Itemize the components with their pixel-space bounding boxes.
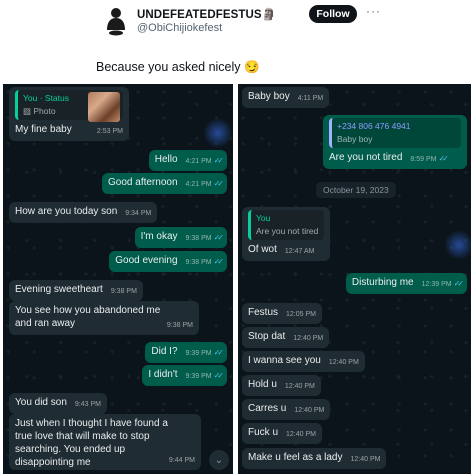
message-time: 9:38 PM	[166, 322, 193, 329]
message-time: 9:38 PM	[185, 235, 212, 242]
message-bubble-outgoing[interactable]: I didn't 9:39 PM ✓✓	[142, 365, 227, 386]
message-time: 9:38 PM	[185, 259, 212, 266]
message-bubble-outgoing[interactable]: +234 806 476 4941 Baby boy Are you not t…	[323, 115, 467, 169]
quote-text: Are you not tired	[256, 226, 319, 236]
read-ticks-icon: ✓✓	[213, 371, 225, 380]
message-time: 12:40 PM	[284, 383, 315, 390]
tweet-header: UNDEFEATEDFESTUS🗿 @ObiChijiokefest Follo…	[0, 0, 474, 84]
message-bubble-incoming[interactable]: You did son 9:43 PM	[9, 393, 107, 414]
message-text: Are you not tired	[329, 152, 403, 163]
message-text: Disturbing me	[351, 277, 414, 288]
message-bubble-outgoing[interactable]: Good afternoon 4:21 PM ✓✓	[102, 173, 227, 194]
message-bubble-incoming[interactable]: You Are you not tired Of wot 12:47 AM	[242, 207, 330, 261]
message-bubble-incoming[interactable]: Evening sweetheart 9:38 PM	[9, 280, 143, 301]
read-ticks-icon: ✓✓	[213, 348, 225, 357]
message-time: 2:53 PM	[96, 128, 123, 135]
message-text: Hello	[154, 154, 178, 165]
avatar[interactable]	[104, 6, 128, 36]
read-ticks-icon: ✓✓	[453, 279, 465, 288]
message-text: I didn't	[148, 369, 178, 380]
message-bubble-outgoing[interactable]: Disturbing me 12:39 PM ✓✓	[345, 273, 467, 294]
message-text: My fine baby	[15, 124, 72, 135]
message-text: Just when I thought I have found a true …	[15, 418, 168, 468]
message-text: Fuck u	[248, 427, 279, 438]
left-chat-screenshot: You · Status ▨ Photo My fine baby 2:53 P…	[3, 84, 233, 474]
message-text: How are you today son	[15, 206, 118, 217]
blur-artifact	[444, 230, 471, 260]
right-chat-screenshot: Baby boy 4:11 PM +234 806 476 4941 Baby b…	[238, 84, 471, 474]
quote-text: Baby boy	[337, 134, 373, 144]
message-time: 4:21 PM	[185, 181, 212, 188]
message-time: 9:43 PM	[74, 401, 101, 408]
message-time: 12:47 AM	[284, 248, 315, 255]
message-text: Good evening	[115, 255, 178, 266]
message-text: Good afternoon	[108, 177, 178, 188]
message-time: 12:40 PM	[293, 335, 324, 342]
tweet-text: Because you asked nicely 😏	[96, 60, 260, 74]
message-text: Hold u	[248, 379, 277, 390]
message-time: 12:39 PM	[421, 281, 452, 288]
message-time: 12:05 PM	[286, 311, 316, 318]
message-text: I wanna see you	[248, 355, 321, 366]
message-time: 9:34 PM	[125, 210, 152, 217]
message-bubble-incoming[interactable]: Stop dat 12:40 PM	[242, 327, 330, 348]
message-bubble-outgoing[interactable]: Hello 4:21 PM ✓✓	[148, 150, 227, 171]
message-time: 4:21 PM	[185, 158, 212, 165]
message-time: 9:39 PM	[185, 350, 212, 357]
scroll-down-button[interactable]: ⌄	[209, 450, 229, 470]
message-bubble-incoming[interactable]: Baby boy 4:11 PM	[242, 87, 330, 108]
message-bubble-incoming[interactable]: Fuck u 12:40 PM	[242, 423, 322, 444]
author-name[interactable]: UNDEFEATEDFESTUS🗿	[137, 7, 276, 21]
reply-quote: You Are you not tired	[248, 210, 324, 240]
read-ticks-icon: ✓✓	[213, 179, 225, 188]
chevron-down-icon: ⌄	[214, 454, 224, 466]
message-time: 9:38 PM	[110, 288, 137, 295]
message-time: 9:39 PM	[185, 373, 212, 380]
quote-name: You	[256, 213, 271, 223]
message-bubble-incoming[interactable]: Just when I thought I have found a true …	[9, 414, 201, 470]
message-bubble-incoming[interactable]: Festus 12:05 PM	[242, 303, 322, 324]
message-time: 12:40 PM	[294, 407, 325, 414]
message-text: You see how you abandoned me and ran awa…	[15, 305, 161, 329]
follow-button[interactable]: Follow	[309, 5, 357, 23]
message-text: You did son	[15, 397, 67, 408]
read-ticks-icon: ✓✓	[213, 257, 225, 266]
message-text: Make u feel as a lady	[248, 452, 343, 463]
author-handle[interactable]: @ObiChijiokefest	[137, 22, 222, 34]
more-options-icon[interactable]: ···	[366, 4, 381, 18]
message-text: Festus	[248, 307, 279, 318]
message-time: 12:40 PM	[328, 359, 359, 366]
message-time: 9:44 PM	[168, 457, 195, 464]
message-text: Baby boy	[248, 91, 290, 102]
message-text: Carres u	[248, 403, 287, 414]
date-divider: October 19, 2023	[316, 182, 396, 198]
message-bubble-incoming[interactable]: How are you today son 9:34 PM	[9, 202, 158, 223]
message-bubble-outgoing[interactable]: Did I? 9:39 PM ✓✓	[145, 342, 227, 363]
message-bubble-outgoing[interactable]: I'm okay 9:38 PM ✓✓	[134, 227, 227, 248]
message-bubble-incoming[interactable]: Hold u 12:40 PM	[242, 375, 321, 396]
read-ticks-icon: ✓✓	[213, 233, 225, 242]
quote-name: +234 806 476 4941	[337, 121, 411, 131]
message-text: I'm okay	[140, 231, 178, 242]
message-bubble-incoming[interactable]: You · Status ▨ Photo My fine baby 2:53 P…	[9, 87, 129, 141]
reply-quote: +234 806 476 4941 Baby boy	[329, 118, 461, 148]
status-reply-quote: You · Status ▨ Photo	[15, 90, 123, 122]
message-bubble-incoming[interactable]: You see how you abandoned me and ran awa…	[9, 301, 199, 335]
message-text: Evening sweetheart	[15, 284, 103, 295]
message-bubble-incoming[interactable]: Make u feel as a lady 12:40 PM	[242, 448, 387, 469]
message-time: 12:40 PM	[286, 431, 316, 438]
message-text: Stop dat	[248, 331, 286, 342]
status-photo-thumbnail	[88, 92, 120, 122]
message-bubble-incoming[interactable]: Carres u 12:40 PM	[242, 399, 331, 420]
message-bubble-incoming[interactable]: I wanna see you 12:40 PM	[242, 351, 365, 372]
read-ticks-icon: ✓✓	[213, 156, 225, 165]
message-time: 8:59 PM	[410, 156, 437, 163]
blur-artifact	[203, 118, 233, 148]
message-time: 4:11 PM	[297, 95, 324, 102]
read-ticks-icon: ✓✓	[438, 154, 449, 163]
message-bubble-outgoing[interactable]: Good evening 9:38 PM ✓✓	[109, 251, 227, 272]
message-text: Did I?	[151, 346, 178, 357]
message-text: Of wot	[248, 244, 277, 255]
message-time: 12:40 PM	[350, 456, 381, 463]
